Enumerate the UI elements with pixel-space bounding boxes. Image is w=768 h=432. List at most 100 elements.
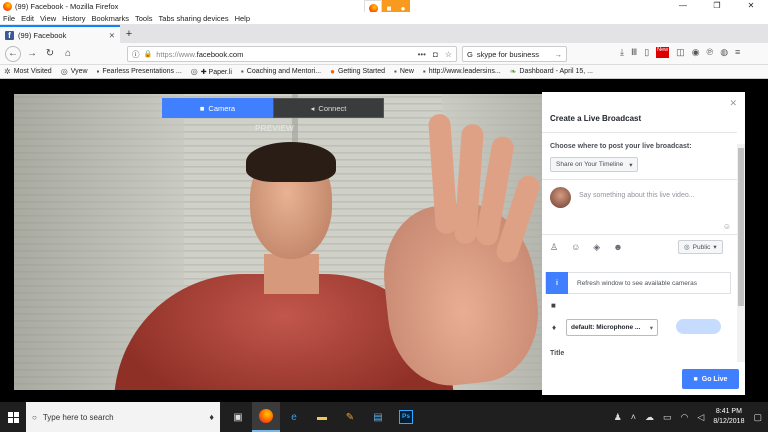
page-icon: ▪ [422, 67, 426, 76]
people-icon[interactable]: ♟ [614, 412, 622, 423]
chevron-up-icon[interactable]: ˄ [631, 412, 636, 422]
description-input[interactable]: Say something about this live video... [579, 192, 695, 199]
pocket-icon[interactable]: ◘ [433, 50, 438, 59]
close-panel-icon[interactable]: ✕ [729, 98, 737, 109]
library-icon[interactable]: Ⅲ [631, 47, 637, 58]
new-badge-icon[interactable]: New [656, 47, 670, 58]
home-button[interactable]: ⌂ [59, 48, 77, 59]
windows-logo-icon [7, 411, 19, 423]
connect-tab-button[interactable]: ◂ Connect [273, 98, 384, 118]
bookmark-fearless[interactable]: ▪ Fearless Presentations ... [97, 67, 182, 76]
forward-button[interactable]: → [23, 48, 41, 59]
audience-selector[interactable]: ◎ Public ▾ [678, 240, 723, 254]
url-bar[interactable]: ⓘ 🔒 https://www.facebook.com ••• ◘ ☆ [127, 46, 457, 62]
bookmark-leadersinstitute[interactable]: ▪ http://www.leadersins... [423, 67, 501, 76]
page-actions-icon[interactable]: ••• [418, 50, 426, 59]
sidebar-icon[interactable]: ▯ [644, 47, 649, 58]
extension-icon[interactable]: ◫ [676, 47, 685, 58]
go-live-button[interactable]: ■ Go Live [682, 369, 739, 389]
menu-file[interactable]: File [3, 14, 15, 23]
tab-bar: f (99) Facebook ✕ + [0, 24, 768, 43]
search-go-button[interactable]: → [555, 50, 563, 59]
choose-post-location-label: Choose where to post your live broadcast… [550, 143, 692, 150]
globe-icon: ◎ [60, 67, 68, 76]
wifi-icon[interactable]: ◠ [681, 412, 689, 423]
download-icon[interactable]: ⤓ [620, 47, 624, 58]
microphone-icon[interactable]: ♦ [209, 412, 214, 422]
addon-icon[interactable]: ◉ [692, 47, 700, 58]
globe-icon: ◎ [684, 244, 690, 251]
start-button[interactable] [0, 402, 26, 432]
microphone-select[interactable]: default: Microphone ... ▾ [566, 319, 658, 336]
bookmark-coaching[interactable]: ▪ Coaching and Mentori... [241, 67, 321, 76]
window-controls: — ❐ ✕ [666, 0, 768, 12]
emoji-icon[interactable]: ☺ [723, 222, 731, 231]
lock-icon: 🔒 [143, 51, 153, 58]
menu-history[interactable]: History [62, 14, 85, 23]
notifications-icon[interactable]: ▢ [753, 412, 762, 423]
sticker-icon[interactable]: ☻ [613, 242, 622, 253]
taskbar-paint[interactable]: ✎ [336, 402, 364, 432]
search-bar[interactable]: G skype for business → [462, 46, 567, 62]
bookmark-dashboard[interactable]: ❧ Dashboard - April 15, ... [510, 67, 593, 76]
photoshop-icon: Ps [399, 410, 413, 424]
volume-icon[interactable]: ◁ [697, 412, 704, 423]
menu-view[interactable]: View [40, 14, 56, 23]
minimize-button[interactable]: — [666, 0, 700, 12]
cloud-icon[interactable]: ☁ [645, 412, 654, 423]
bookmark-getting-started[interactable]: ● Getting Started [330, 67, 385, 76]
paint-icon: ✎ [345, 411, 355, 423]
live-broadcast-panel: ✕ Create a Live Broadcast Choose where t… [542, 92, 745, 395]
taskbar-photoshop[interactable]: Ps [392, 402, 420, 432]
camera-notice: i Refresh window to see available camera… [545, 272, 731, 294]
task-view-icon[interactable]: ▣ [224, 402, 252, 432]
tag-people-icon[interactable]: ♙ [550, 242, 558, 253]
chevron-down-icon: ▾ [649, 324, 653, 332]
page-icon: ▪ [240, 67, 244, 76]
new-tab-button[interactable]: + [120, 25, 138, 43]
clock[interactable]: 8:41 PM 8/12/2018 [713, 407, 744, 427]
camera-tab-button[interactable]: ■ Camera [162, 98, 273, 118]
menu-tools[interactable]: Tools [135, 14, 153, 23]
site-info-icon[interactable]: ⓘ [132, 49, 140, 60]
chat-icon[interactable]: ◍ [720, 47, 728, 58]
bookmark-star-icon[interactable]: ☆ [445, 50, 452, 59]
panel-scrollbar[interactable] [737, 144, 745, 362]
menu-icon[interactable]: ≡ [735, 47, 740, 58]
url-host: facebook.com [196, 49, 244, 59]
tab-facebook[interactable]: f (99) Facebook ✕ [0, 25, 120, 43]
maximize-button[interactable]: ❐ [700, 0, 734, 12]
taskbar-firefox[interactable] [252, 402, 280, 432]
chevron-down-icon: ▾ [713, 244, 717, 251]
tab-close-icon[interactable]: ✕ [109, 31, 115, 40]
bookmarks-toolbar: ✲ Most Visited ◎ Vyew ▪ Fearless Presentati… [0, 65, 768, 79]
feeling-icon[interactable]: ☺ [571, 242, 580, 253]
firefox-icon [259, 409, 273, 423]
post-tools: ♙ ☺ ◈ ☻ [550, 242, 623, 253]
pinterest-icon[interactable]: ℗ [707, 47, 714, 58]
url-protocol: https://www. [156, 49, 197, 59]
network-icon[interactable]: ▭ [663, 412, 672, 423]
taskbar-search-box[interactable]: ○ Type here to search ♦ [26, 402, 220, 432]
search-icon: ○ [32, 412, 37, 422]
bookmark-most-visited[interactable]: ✲ Most Visited [4, 67, 52, 76]
edge-icon: e [291, 411, 297, 423]
folder-icon: ▬ [317, 411, 327, 423]
back-button[interactable]: ← [5, 45, 21, 62]
bookmark-new[interactable]: ▪ New [394, 67, 414, 76]
avatar [550, 187, 571, 208]
menu-edit[interactable]: Edit [21, 14, 34, 23]
bookmark-vyew[interactable]: ◎ Vyew [61, 67, 88, 76]
post-location-dropdown[interactable]: Share on Your Timeline ▾ [550, 157, 639, 172]
location-pin-icon[interactable]: ◈ [593, 242, 600, 253]
taskbar-app[interactable]: ▤ [364, 402, 392, 432]
bookmark-paperli[interactable]: ◎ ✚ Paper.li [191, 67, 232, 76]
menu-help[interactable]: Help [235, 14, 250, 23]
menu-tabs-sharing-devices[interactable]: Tabs sharing devices [159, 14, 229, 23]
reload-button[interactable]: ↻ [41, 48, 59, 59]
facebook-favicon-icon: f [5, 30, 14, 40]
taskbar-file-explorer[interactable]: ▬ [308, 402, 336, 432]
close-window-button[interactable]: ✕ [734, 0, 768, 12]
taskbar-edge[interactable]: e [280, 402, 308, 432]
menu-bookmarks[interactable]: Bookmarks [92, 14, 130, 23]
